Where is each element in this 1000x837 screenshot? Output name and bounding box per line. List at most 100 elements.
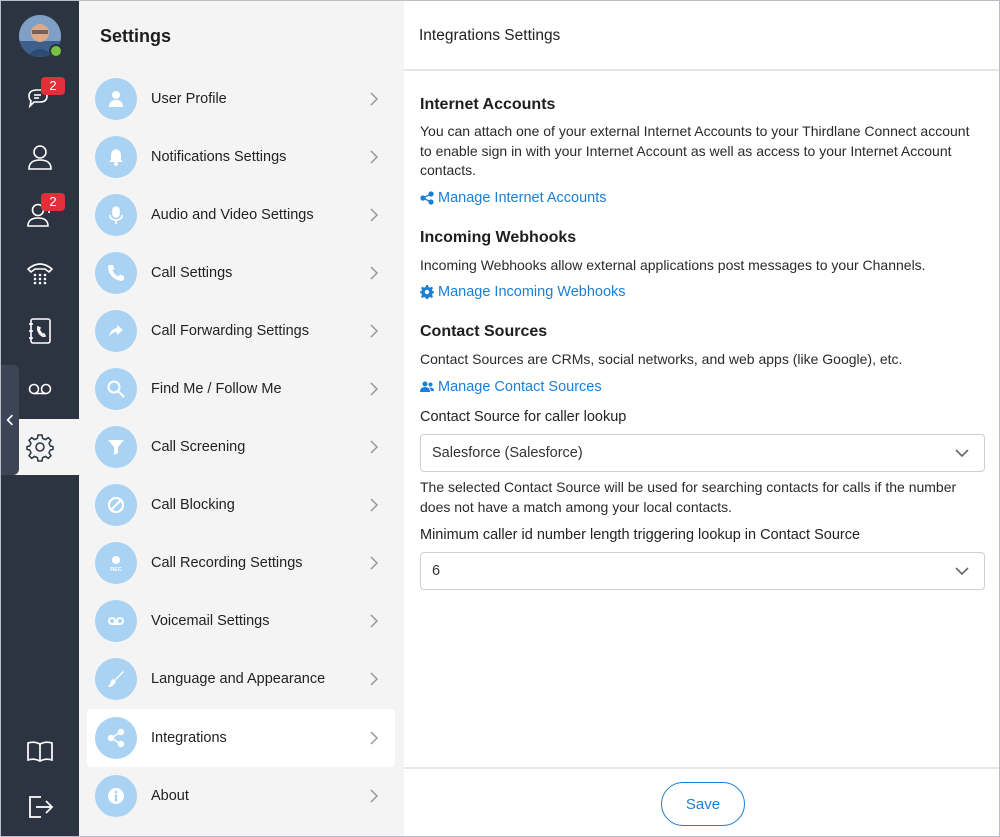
menu-item-language-appearance[interactable]: Language and Appearance: [87, 650, 395, 708]
link-label: Manage Contact Sources: [438, 379, 602, 395]
menu-item-audio-video[interactable]: Audio and Video Settings: [87, 186, 395, 244]
select-value: 6: [432, 563, 441, 579]
menu-item-call-settings[interactable]: Call Settings: [87, 244, 395, 302]
info-icon: [95, 775, 137, 817]
menu-item-label: User Profile: [151, 91, 227, 107]
group-badge: 2: [41, 193, 65, 211]
chevron-right-icon: [370, 92, 379, 106]
chevron-right-icon: [370, 324, 379, 338]
manage-contact-sources-link[interactable]: Manage Contact Sources: [420, 379, 602, 395]
chevron-down-icon: [955, 567, 969, 576]
menu-item-integrations[interactable]: Integrations: [87, 709, 395, 767]
min-length-label: Minimum caller id number length triggeri…: [420, 527, 861, 543]
chevron-right-icon: [370, 382, 379, 396]
menu-item-voicemail[interactable]: Voicemail Settings: [87, 592, 395, 650]
contacts-button[interactable]: [1, 129, 79, 185]
address-book-icon: [29, 318, 51, 344]
page-title: Integrations Settings: [419, 27, 561, 44]
menu-item-user-profile[interactable]: User Profile: [87, 70, 395, 128]
brush-icon: [95, 658, 137, 700]
menu-item-label: Call Blocking: [151, 497, 235, 513]
phonebook-button[interactable]: [1, 303, 79, 359]
logout-icon: [29, 796, 54, 818]
menu-item-call-blocking[interactable]: Call Blocking: [87, 476, 395, 534]
phone-icon: [95, 252, 137, 294]
app-window: 2 2 Settings User Profile Notifications …: [0, 0, 1000, 837]
menu-item-label: About: [151, 788, 189, 804]
gear-icon: [420, 285, 434, 299]
chats-badge: 2: [41, 77, 65, 95]
bell-icon: [95, 136, 137, 178]
book-icon: [27, 741, 53, 762]
menu-item-label: Notifications Settings: [151, 149, 287, 165]
collapse-tab[interactable]: [1, 365, 19, 475]
menu-item-label: Call Forwarding Settings: [151, 323, 309, 339]
voicemail-icon: [28, 383, 52, 395]
magnifier-icon: [95, 368, 137, 410]
share-icon: [95, 717, 137, 759]
menu-item-label: Language and Appearance: [151, 671, 326, 687]
chevron-right-icon: [370, 440, 379, 454]
microphone-icon: [95, 194, 137, 236]
webhooks-description: Incoming Webhooks allow external applica…: [420, 257, 926, 273]
chevron-right-icon: [370, 614, 379, 628]
menu-item-label: Call Screening: [151, 439, 246, 455]
chevron-right-icon: [370, 556, 379, 570]
logout-button[interactable]: [1, 779, 79, 835]
menu-item-about[interactable]: About: [87, 767, 395, 825]
menu-item-call-recording[interactable]: REC Call Recording Settings: [87, 534, 395, 592]
forward-arrow-icon: [95, 310, 137, 352]
voicemail-icon: [95, 600, 137, 642]
internet-accounts-description: You can attach one of your external Inte…: [420, 123, 970, 178]
manage-internet-accounts-link[interactable]: Manage Internet Accounts: [420, 190, 606, 206]
chevron-left-icon: [6, 414, 13, 426]
person-icon: [28, 145, 52, 170]
min-length-select[interactable]: 6: [420, 552, 985, 590]
presence-indicator: [49, 44, 63, 58]
dialpad-button[interactable]: [1, 245, 79, 301]
menu-item-label: Call Settings: [151, 265, 233, 281]
lookup-help-text: The selected Contact Source will be used…: [420, 479, 957, 515]
chats-button[interactable]: 2: [1, 71, 79, 127]
menu-item-label: Call Recording Settings: [151, 555, 303, 571]
chevron-right-icon: [370, 208, 379, 222]
help-button[interactable]: [1, 723, 79, 779]
lookup-source-label: Contact Source for caller lookup: [420, 409, 627, 425]
nav-rail: 2 2: [1, 1, 79, 836]
block-icon: [95, 484, 137, 526]
integrations-panel: Integrations Settings Internet Accounts …: [404, 1, 999, 836]
menu-item-label: Integrations: [151, 730, 227, 746]
chevron-right-icon: [370, 672, 379, 686]
save-button[interactable]: Save: [661, 782, 745, 826]
menu-item-label: Find Me / Follow Me: [151, 381, 282, 397]
chevron-right-icon: [370, 150, 379, 164]
chevron-right-icon: [370, 266, 379, 280]
select-value: Salesforce (Salesforce): [432, 445, 583, 461]
rec-icon: REC: [95, 542, 137, 584]
rec-icon-text: REC: [110, 567, 122, 573]
user-icon: [95, 78, 137, 120]
funnel-icon: [95, 426, 137, 468]
manage-webhooks-link[interactable]: Manage Incoming Webhooks: [420, 284, 626, 300]
chevron-down-icon: [955, 449, 969, 458]
gear-icon: [26, 434, 54, 462]
link-label: Manage Incoming Webhooks: [438, 284, 626, 300]
menu-item-find-me[interactable]: Find Me / Follow Me: [87, 360, 395, 418]
menu-item-notifications[interactable]: Notifications Settings: [87, 128, 395, 186]
share-icon: [420, 191, 434, 205]
chevron-right-icon: [370, 789, 379, 803]
webhooks-heading: Incoming Webhooks: [420, 229, 577, 246]
chevron-right-icon: [370, 731, 379, 745]
group-contacts-button[interactable]: 2: [1, 187, 79, 243]
desk-phone-icon: [26, 263, 54, 285]
lookup-source-select[interactable]: Salesforce (Salesforce): [420, 434, 985, 472]
settings-menu: Settings User Profile Notifications Sett…: [79, 1, 404, 836]
menu-item-call-forwarding[interactable]: Call Forwarding Settings: [87, 302, 395, 360]
menu-item-label: Audio and Video Settings: [151, 207, 314, 223]
contact-sources-description: Contact Sources are CRMs, social network…: [420, 351, 903, 367]
internet-accounts-heading: Internet Accounts: [420, 96, 556, 113]
menu-item-call-screening[interactable]: Call Screening: [87, 418, 395, 476]
panel-footer: Save: [404, 767, 999, 836]
link-label: Manage Internet Accounts: [438, 190, 607, 206]
chevron-right-icon: [370, 498, 379, 512]
